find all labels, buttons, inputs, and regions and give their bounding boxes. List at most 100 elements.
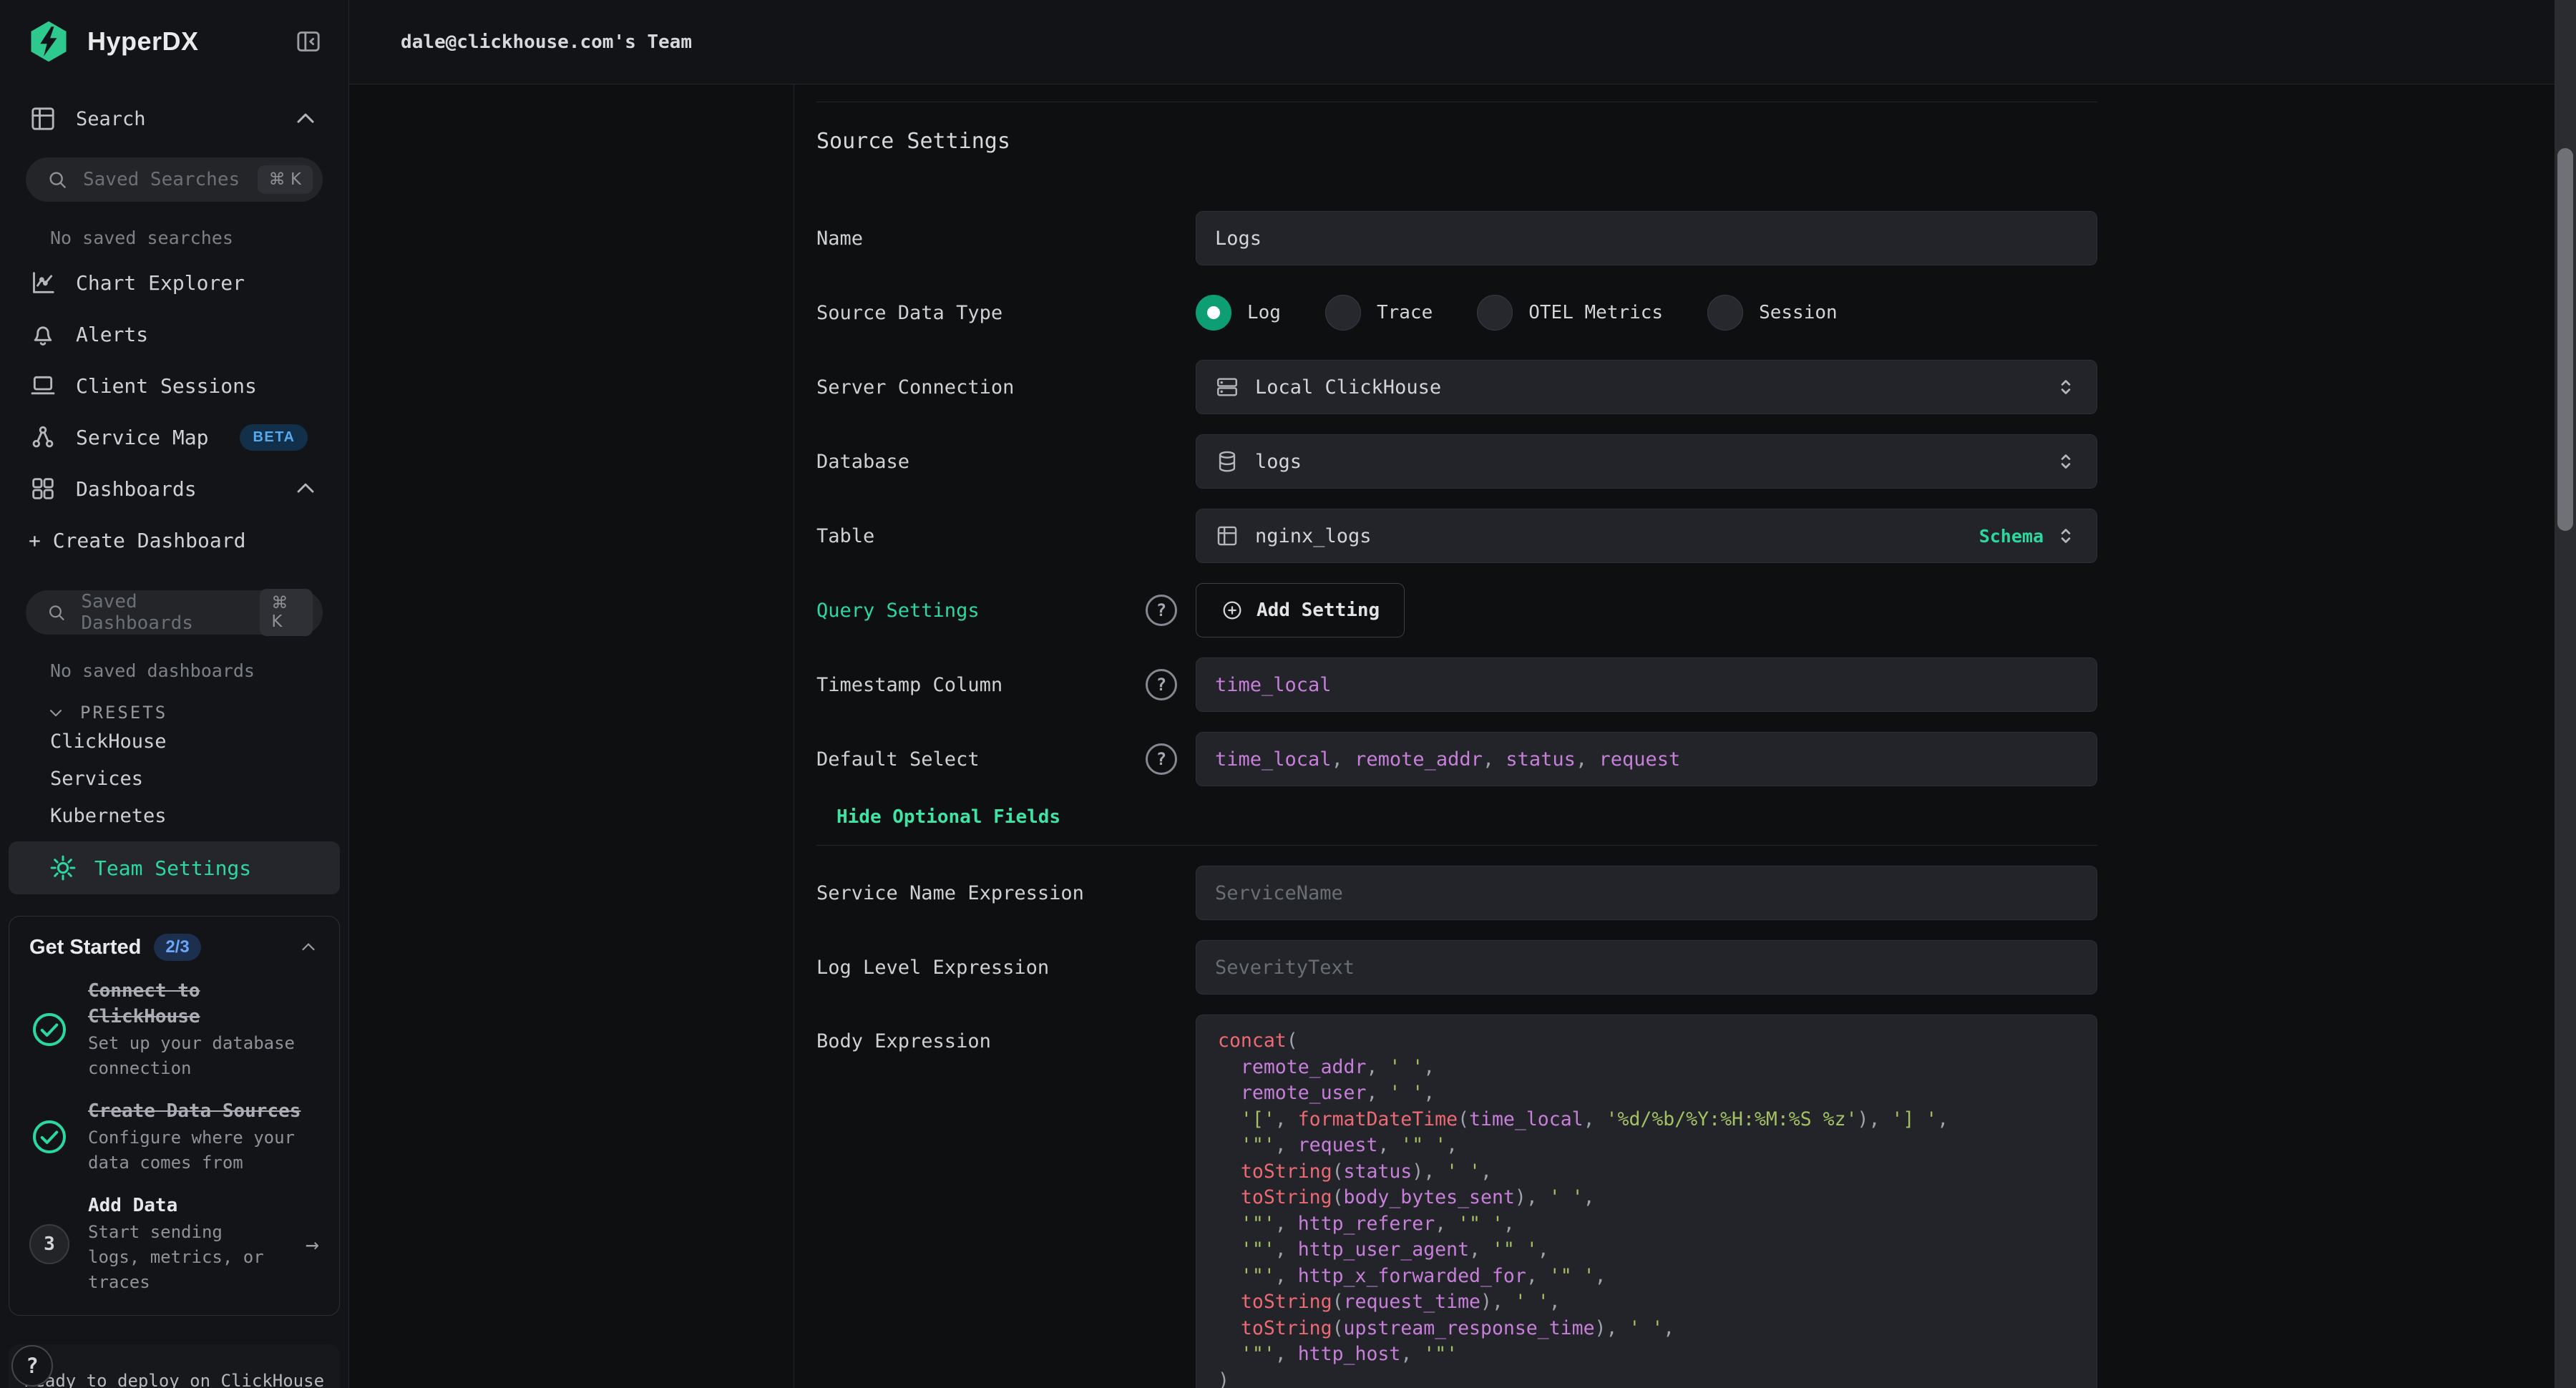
body-expression-row: Body Expression concat( remote_addr, ' '… [816,1015,2097,1388]
get-started-step-create-data-sources[interactable]: Create Data Sources Configure where your… [29,1098,319,1176]
create-dashboard-button[interactable]: + Create Dashboard [0,514,348,566]
check-circle-icon [29,1117,69,1157]
select-chevrons-icon [2054,524,2078,548]
code-line: toString(upstream_response_time), ' ', [1218,1316,2075,1342]
get-started-header[interactable]: Get Started 2/3 [29,934,319,961]
help-icon[interactable]: ? [1146,669,1177,700]
question-mark-icon: ? [26,1354,38,1378]
get-started-steps: Connect to ClickHouse Set up your databa… [29,978,319,1295]
code-line: ) [1218,1368,2075,1388]
beta-badge: BETA [240,424,308,451]
radio-trace[interactable]: Trace [1325,295,1433,331]
help-icon[interactable]: ? [1146,595,1177,626]
name-input[interactable]: Logs [1196,211,2097,265]
timestamp-column-value: time_local [1215,674,1332,696]
preset-item-clickhouse[interactable]: ClickHouse [50,723,348,760]
team-title: dale@clickhouse.com's Team [401,31,692,53]
log-level-placeholder: SeverityText [1215,957,1355,979]
table-select[interactable]: nginx_logs Schema [1196,509,2097,563]
code-line: '"', request, '" ', [1218,1133,2075,1159]
saved-dashboards-input[interactable]: Saved Dashboards ⌘ K [26,590,323,635]
cloud-promo-card: Ready to deploy on ClickHouse Cloud? Get… [9,1344,340,1388]
name-row: Name Logs [816,211,2097,265]
service-map-nodes-icon [29,423,57,451]
presets-label: PRESETS [80,703,167,723]
radio-dot [1477,295,1513,331]
preset-item-kubernetes[interactable]: Kubernetes [50,797,348,834]
server-connection-select[interactable]: Local ClickHouse [1196,360,2097,414]
chevron-up-icon[interactable] [298,937,319,958]
chevron-up-icon[interactable] [291,104,320,133]
source-data-type-radios: Log Trace OTEL Metrics Session [1196,285,2097,340]
help-icon[interactable]: ? [1146,743,1177,775]
sidebar-item-dashboards[interactable]: Dashboards [0,463,348,514]
no-saved-dashboards-text: No saved dashboards [50,660,348,681]
search-icon [46,601,67,624]
no-saved-searches-text: No saved searches [50,228,348,248]
form-rows: Name Logs Source Data Type LogTraceOTEL … [816,211,2097,1388]
query-settings-row: Query Settings ? Add Setting [816,583,2097,637]
cloud-promo-text: Ready to deploy on ClickHouse Cloud? [21,1366,327,1388]
step-title: Connect to ClickHouse [88,978,319,1030]
chevron-up-icon[interactable] [291,474,320,503]
server-connection-row: Server Connection Local ClickHouse [816,360,2097,414]
collapse-sidebar-icon[interactable] [294,27,323,56]
saved-searches-input[interactable]: Saved Searches ⌘ K [26,157,323,202]
radio-session[interactable]: Session [1707,295,1838,331]
help-button[interactable]: ? [11,1345,53,1387]
preset-item-services[interactable]: Services [50,760,348,797]
radio-log[interactable]: Log [1196,295,1281,331]
sidebar-item-team-settings[interactable]: Team Settings [9,841,340,894]
presets-header[interactable]: PRESETS [46,703,348,723]
default-select-label: Default Select ? [816,732,1196,786]
sidebar-item-service-map[interactable]: Service Map BETA [0,411,348,463]
chart-explorer-icon [29,268,57,297]
sidebar-section-search[interactable]: Search [29,104,320,133]
page-scrollbar[interactable] [2555,0,2576,1388]
sidebar-item-chart-explorer[interactable]: Chart Explorer [0,257,348,308]
body-expression-editor[interactable]: concat( remote_addr, ' ', remote_user, '… [1196,1015,2097,1388]
code-line: toString(request_time), ' ', [1218,1289,2075,1316]
log-level-row: Log Level Expression SeverityText [816,940,2097,994]
default-select-input[interactable]: time_local, remote_addr, status, request [1196,732,2097,786]
schema-button[interactable]: Schema [1979,526,2044,547]
service-name-input[interactable]: ServiceName [1196,866,2097,920]
gear-icon [49,854,77,882]
get-started-step-connect-to-clickhouse[interactable]: Connect to ClickHouse Set up your databa… [29,978,319,1081]
step-title: Add Data [88,1193,283,1218]
default-select-value: time_local, remote_addr, status, request [1215,748,1680,771]
source-settings-panel: Source Settings Name Logs Source Data Ty… [794,84,2097,1388]
timestamp-column-input[interactable]: time_local [1196,658,2097,712]
get-started-title: Get Started [29,936,141,959]
step-description: Configure where your data comes from [88,1125,319,1176]
table-row: Table nginx_logs Schema [816,509,2097,563]
sidebar-item-client-sessions[interactable]: Client Sessions [0,360,348,411]
shortcut-cmd-k: ⌘ K [258,165,313,194]
sidebar-header: HyperDX [0,0,348,64]
step-description: Set up your database connection [88,1031,319,1081]
code-line: '"', http_referer, '" ', [1218,1211,2075,1238]
database-row: Database logs [816,434,2097,489]
search-icon [46,168,69,191]
step-description: Start sending logs, metrics, or traces [88,1220,283,1295]
code-line: remote_addr, ' ', [1218,1055,2075,1081]
add-setting-button[interactable]: Add Setting [1196,583,1405,637]
code-line: '"', http_user_agent, '" ', [1218,1237,2075,1264]
hide-optional-fields-link[interactable]: Hide Optional Fields [836,806,2097,828]
scrollbar-thumb[interactable] [2557,148,2573,531]
step-title: Create Data Sources [88,1098,319,1124]
app-title: HyperDX [87,26,199,57]
default-select-row: Default Select ? time_local, remote_addr… [816,732,2097,786]
radio-otel-metrics[interactable]: OTEL Metrics [1477,295,1663,331]
hyperdx-logo-icon [26,19,72,64]
code-line: '[', formatDateTime(time_local, '%d/%b/%… [1218,1107,2075,1133]
get-started-step-add-data[interactable]: 3 Add Data Start sending logs, metrics, … [29,1193,319,1295]
main-area: dale@clickhouse.com's Team Source Settin… [349,0,2576,1388]
code-line: '"', http_host, '"' [1218,1341,2075,1368]
source-data-type-row: Source Data Type LogTraceOTEL MetricsSes… [816,285,2097,340]
log-level-input[interactable]: SeverityText [1196,940,2097,994]
service-name-row: Service Name Expression ServiceName [816,866,2097,920]
database-select[interactable]: logs [1196,434,2097,489]
sidebar-item-alerts[interactable]: Alerts [0,308,348,360]
sidebar: HyperDX Search Saved Searches ⌘ K No sav… [0,0,349,1388]
